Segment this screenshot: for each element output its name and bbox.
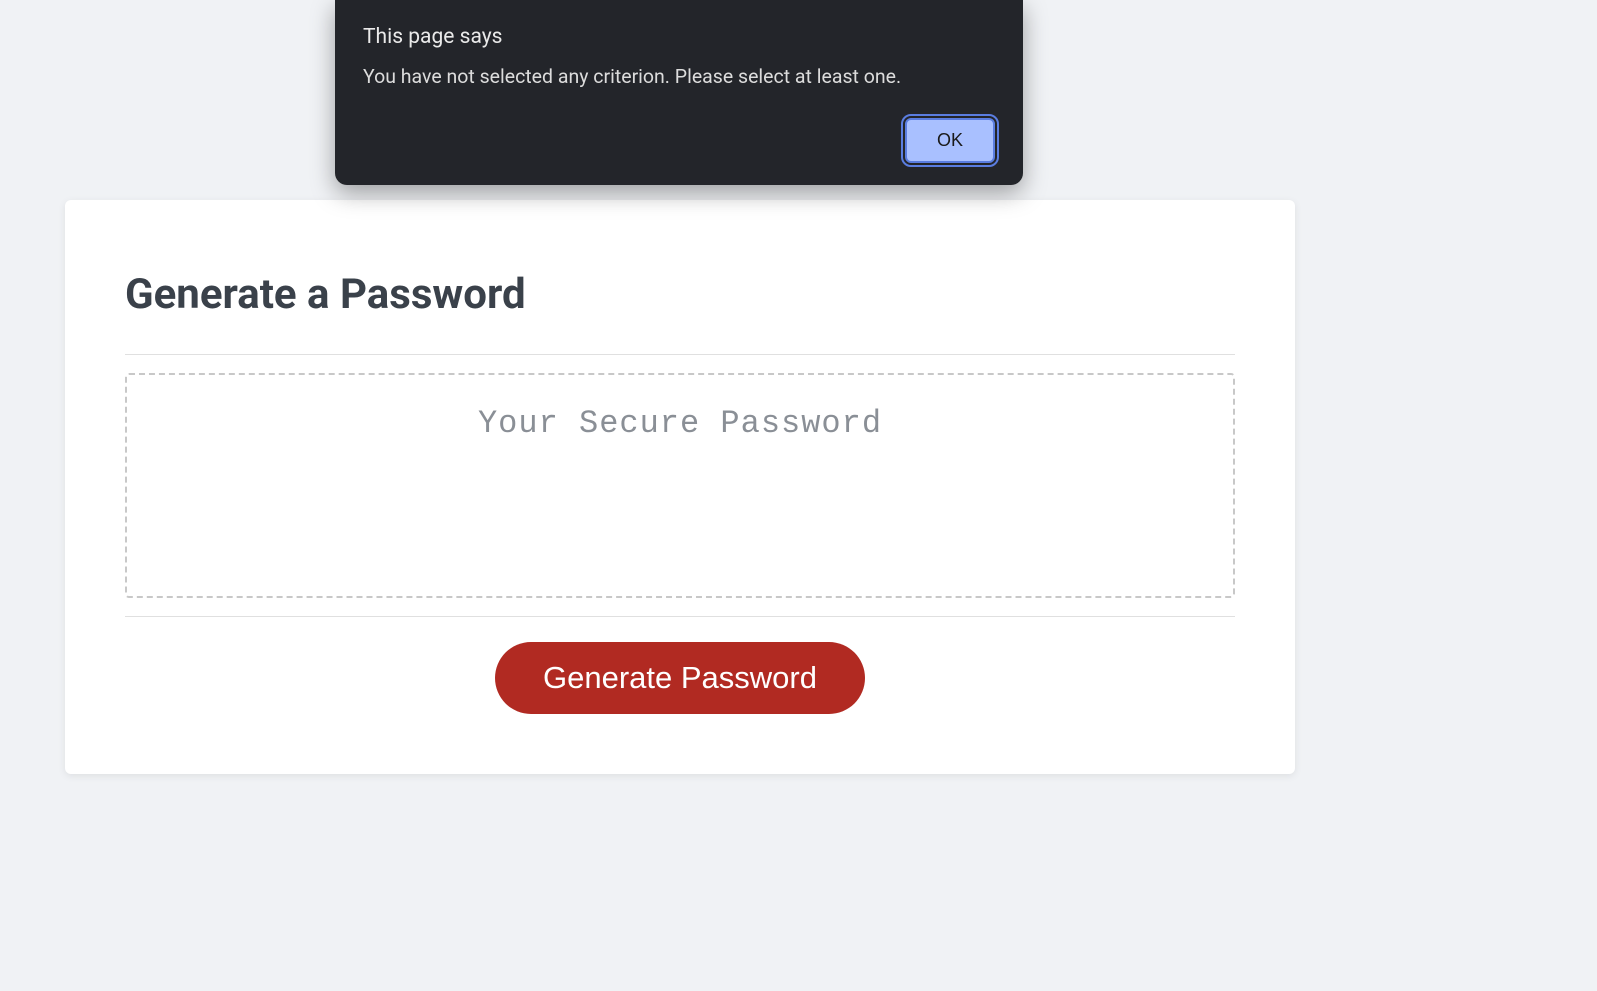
alert-title: This page says <box>363 25 995 49</box>
password-placeholder-text: Your Secure Password <box>478 405 882 442</box>
password-display-box: Your Secure Password <box>125 373 1235 598</box>
alert-message: You have not selected any criterion. Ple… <box>363 65 995 88</box>
divider <box>125 616 1235 617</box>
page-title: Generate a Password <box>125 270 1235 319</box>
alert-dialog: This page says You have not selected any… <box>335 0 1023 185</box>
alert-button-row: OK <box>363 118 995 163</box>
divider <box>125 354 1235 355</box>
button-row: Generate Password <box>125 642 1235 714</box>
ok-button[interactable]: OK <box>905 118 995 163</box>
generate-password-button[interactable]: Generate Password <box>495 642 865 714</box>
password-generator-card: Generate a Password Your Secure Password… <box>65 200 1295 774</box>
